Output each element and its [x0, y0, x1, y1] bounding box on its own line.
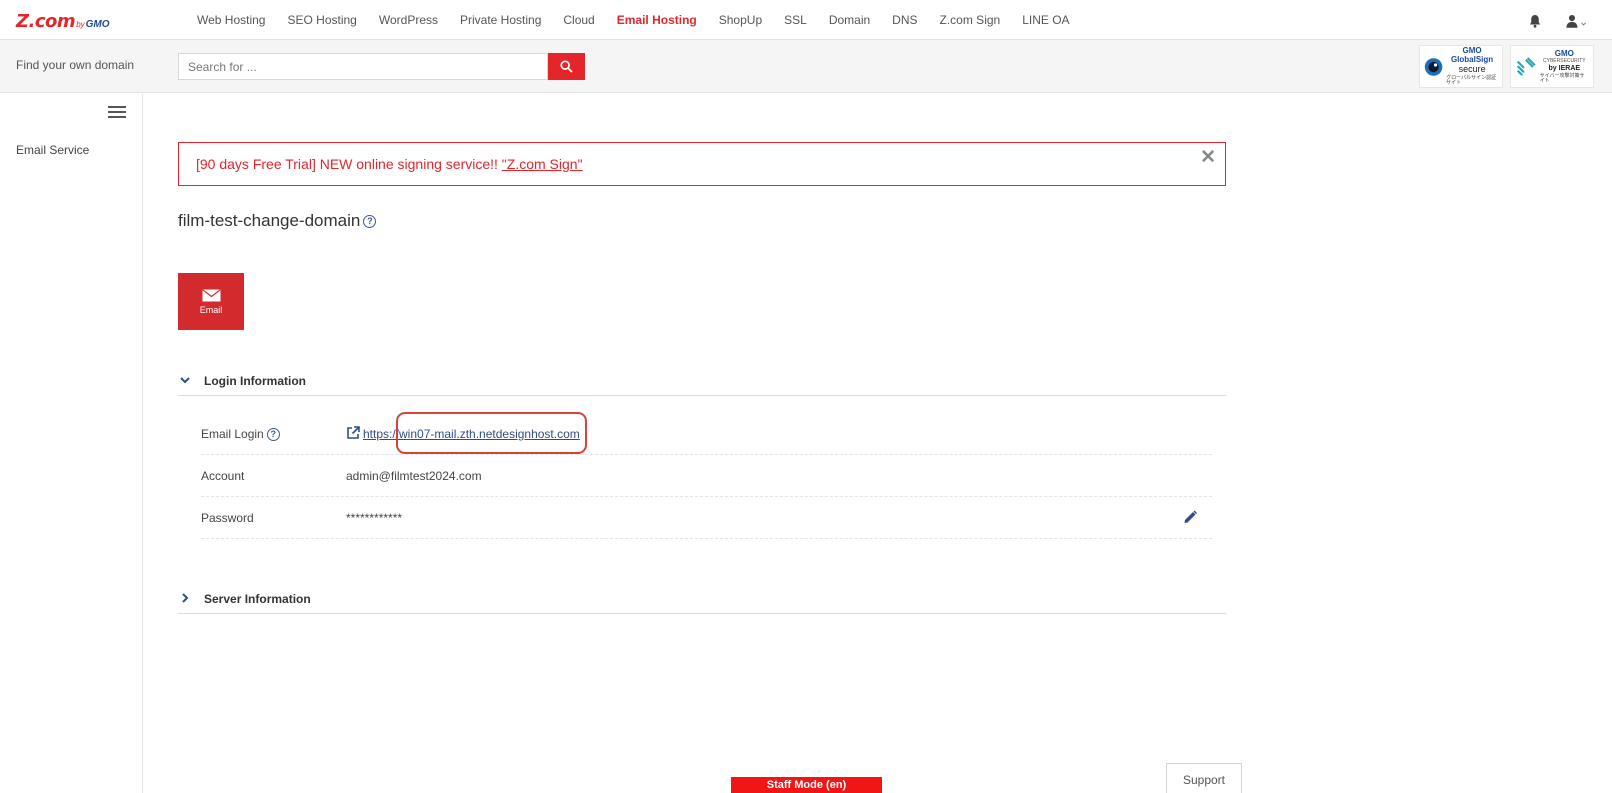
globalsign-seal-icon: [1424, 57, 1443, 76]
promo-banner: [90 days Free Trial] NEW online signing …: [178, 142, 1226, 186]
hamburger-menu-icon[interactable]: [108, 106, 126, 118]
nav-cloud[interactable]: Cloud: [563, 13, 594, 27]
email-login-label-text: Email Login: [201, 427, 264, 441]
staff-mode-badge[interactable]: Staff Mode (en): [731, 777, 882, 793]
chevron-right-icon: [179, 592, 191, 604]
chevron-down-icon: [179, 374, 191, 386]
nav-seo-hosting[interactable]: SEO Hosting: [287, 13, 356, 27]
email-login-label: Email Login ?: [201, 427, 280, 441]
page-title: film-test-change-domain ?: [178, 211, 377, 231]
ierae-cybersecurity-badge[interactable]: GMO CYBERSECURITY by IERAE サイバー攻撃対策サイト: [1510, 45, 1594, 88]
user-icon[interactable]: [1566, 13, 1586, 29]
account-value: admin@filmtest2024.com: [346, 469, 482, 483]
zcom-logo[interactable]: Z.com by GMO: [16, 11, 110, 32]
nav-ssl[interactable]: SSL: [784, 13, 807, 27]
password-value: ************: [346, 511, 403, 525]
email-login-row: Email Login ? https://win07-mail.zth.net…: [201, 413, 1212, 455]
email-service-tile[interactable]: Email: [178, 273, 244, 330]
login-info-title: Login Information: [204, 374, 306, 388]
server-info-section-toggle[interactable]: Server Information: [178, 582, 1226, 614]
bell-icon[interactable]: [1528, 14, 1542, 28]
top-navbar: Z.com by GMO Web Hosting SEO Hosting Wor…: [0, 0, 1612, 40]
close-icon[interactable]: ✕: [1200, 148, 1216, 167]
badge2-jp-text: サイバー攻撃対策サイト: [1539, 72, 1585, 84]
main-menu: Web Hosting SEO Hosting WordPress Privat…: [186, 0, 1081, 40]
ierae-logo-icon: [1516, 56, 1536, 76]
nav-line-oa[interactable]: LINE OA: [1022, 13, 1069, 27]
badge-jp-text: グローバルサイン認証サイト: [1446, 75, 1497, 86]
account-row: Account admin@filmtest2024.com: [201, 455, 1212, 497]
nav-email-hosting[interactable]: Email Hosting: [617, 13, 697, 27]
external-link-icon: [347, 425, 360, 439]
question-icon[interactable]: ?: [363, 214, 377, 228]
search-button[interactable]: [548, 53, 585, 80]
badge2-cyber-text: CYBERSECURITY: [1543, 57, 1586, 64]
nav-zcom-sign[interactable]: Z.com Sign: [940, 13, 1001, 27]
logo-by-text: by: [76, 20, 85, 29]
webmail-login-link[interactable]: https://win07-mail.zth.netdesignhost.com: [363, 427, 580, 441]
domain-search-bar: Find your own domain GMO GlobalSign secu…: [0, 40, 1612, 93]
badge2-gmo-text: GMO: [1554, 48, 1574, 58]
nav-wordpress[interactable]: WordPress: [379, 13, 438, 27]
globalsign-secure-badge[interactable]: GMO GlobalSign secure グローバルサイン認証サイト: [1419, 45, 1503, 88]
sidebar: Email Service: [0, 94, 143, 793]
badge2-ierae-text: by IERAE: [1548, 64, 1581, 72]
login-info-section-toggle[interactable]: Login Information: [178, 364, 1226, 396]
banner-text: [90 days Free Trial] NEW online signing …: [196, 156, 502, 172]
find-domain-label: Find your own domain: [16, 58, 135, 72]
badge-gmo-text: GMO: [1462, 46, 1482, 55]
server-info-title: Server Information: [204, 592, 311, 606]
chevron-down-icon: [1581, 22, 1586, 26]
badge-secure-text: secure: [1458, 64, 1486, 74]
nav-dns[interactable]: DNS: [892, 13, 917, 27]
password-label: Password: [201, 511, 254, 525]
nav-private-hosting[interactable]: Private Hosting: [460, 13, 541, 27]
email-login-value: https://win07-mail.zth.netdesignhost.com: [346, 425, 580, 441]
badge-globalsign-text: GlobalSign: [1450, 55, 1494, 64]
nav-shopup[interactable]: ShopUp: [719, 13, 762, 27]
envelope-icon: [201, 288, 221, 301]
search-icon: [560, 60, 573, 73]
sidebar-item-email-service[interactable]: Email Service: [16, 143, 89, 157]
banner-zcom-sign-link[interactable]: "Z.com Sign": [502, 156, 583, 172]
logo-main-text: Z.com: [16, 11, 76, 32]
email-tile-label: Email: [199, 304, 223, 315]
question-icon[interactable]: ?: [266, 427, 280, 441]
logo-gmo-text: GMO: [85, 19, 110, 30]
nav-web-hosting[interactable]: Web Hosting: [197, 13, 265, 27]
password-row: Password ************: [201, 497, 1212, 539]
support-button[interactable]: Support: [1166, 763, 1242, 793]
domain-name: film-test-change-domain: [178, 211, 361, 230]
pencil-edit-icon[interactable]: [1182, 509, 1198, 525]
nav-domain[interactable]: Domain: [829, 13, 870, 27]
account-label: Account: [201, 469, 245, 483]
banner-message: [90 days Free Trial] NEW online signing …: [196, 156, 583, 172]
domain-search-input[interactable]: [178, 53, 548, 80]
